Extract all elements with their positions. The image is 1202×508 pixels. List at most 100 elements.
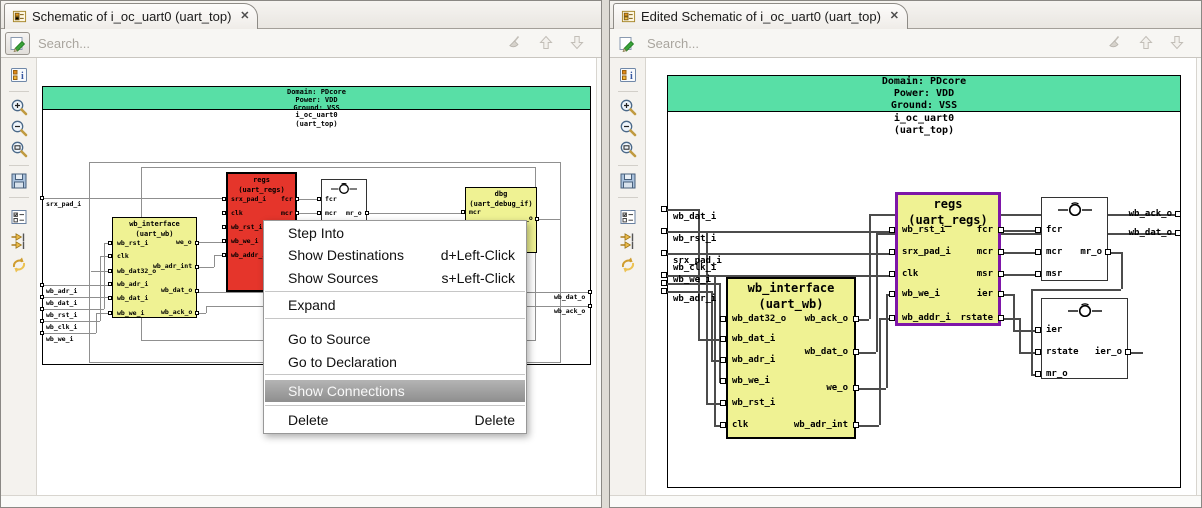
input-pin[interactable] <box>40 295 44 299</box>
zoom-out-icon[interactable] <box>10 119 28 137</box>
wire <box>869 214 871 319</box>
wire <box>1013 294 1015 330</box>
arrow-up-icon[interactable] <box>538 34 554 51</box>
tab-close-icon[interactable]: ✕ <box>240 9 249 22</box>
wire <box>1031 289 1033 374</box>
arrow-up-icon[interactable] <box>1138 34 1154 51</box>
arrow-down-icon[interactable] <box>569 34 585 51</box>
domain-label: Domain: PDcore <box>881 76 967 87</box>
properties-icon[interactable]: i <box>10 66 28 84</box>
left-tabbar: Schematic of i_oc_uart0 (uart_top) ✕ <box>1 1 601 29</box>
save-icon[interactable] <box>10 172 28 190</box>
input-pin[interactable] <box>661 272 667 278</box>
search-edit-button[interactable] <box>614 32 639 55</box>
wire <box>537 219 561 220</box>
input-pin[interactable] <box>661 228 667 234</box>
left-vertical-scrollbar[interactable] <box>596 58 601 495</box>
zoom-fit-icon[interactable] <box>10 140 28 158</box>
input-label: wb_adr_i <box>673 294 717 304</box>
left-horizontal-scrollbar[interactable] <box>1 495 601 507</box>
output-label: wb_ack_o <box>554 307 586 315</box>
menu-item-go-to-source[interactable]: Go to Source <box>265 328 525 350</box>
port-pin <box>195 311 199 315</box>
output-label: wb_dat_o <box>554 293 586 301</box>
arrow-down-icon[interactable] <box>1169 34 1185 51</box>
tab-close-icon[interactable]: ✕ <box>890 9 899 22</box>
pin-connections-icon[interactable] <box>10 232 28 250</box>
input-pin[interactable] <box>40 196 44 200</box>
menu-item-show-sources[interactable]: Show Sources s+Left-Click <box>265 267 525 289</box>
menu-item-expand[interactable]: Expand <box>265 294 525 316</box>
port-pin <box>195 265 199 269</box>
input-pin[interactable] <box>40 307 44 311</box>
tab-title: Schematic of i_oc_uart0 (uart_top) <box>32 9 232 24</box>
block-interrupt-logic[interactable] <box>1041 298 1128 379</box>
zoom-in-icon[interactable] <box>619 98 637 116</box>
menu-item-go-to-declaration[interactable]: Go to Declaration <box>265 351 525 373</box>
zoom-fit-icon[interactable] <box>619 140 637 158</box>
menu-separator <box>265 318 525 319</box>
wire <box>199 313 206 314</box>
zoom-in-icon[interactable] <box>10 98 28 116</box>
wire <box>299 213 319 214</box>
output-pin[interactable] <box>588 304 592 308</box>
port-pin <box>1035 227 1041 233</box>
menu-item-step-into[interactable]: Step Into <box>265 222 525 244</box>
tab-edited-schematic[interactable]: Edited Schematic of i_oc_uart0 (uart_top… <box>613 3 908 29</box>
search-input[interactable] <box>647 33 977 54</box>
input-label: wb_rst_i <box>673 234 717 244</box>
tab-schematic[interactable]: Schematic of i_oc_uart0 (uart_top) ✕ <box>4 3 259 29</box>
schematic-icon <box>12 10 27 23</box>
right-horizontal-scrollbar[interactable] <box>610 495 1201 507</box>
filter-options-icon[interactable] <box>619 208 637 226</box>
input-pin[interactable] <box>661 250 667 256</box>
menu-label: Go to Declaration <box>288 354 397 370</box>
input-pin[interactable] <box>661 206 667 212</box>
output-pin[interactable] <box>1175 230 1181 236</box>
save-icon[interactable] <box>619 172 637 190</box>
port-label: mcr <box>1046 247 1063 257</box>
port-pin <box>889 271 895 277</box>
menu-item-delete[interactable]: Delete Delete <box>265 409 525 431</box>
port-label: wb_ack_o <box>804 314 848 324</box>
port-pin <box>1105 249 1111 255</box>
properties-icon[interactable]: i <box>619 66 637 84</box>
port-label: rstate <box>960 313 993 323</box>
refresh-icon[interactable] <box>10 256 28 274</box>
filter-options-icon[interactable] <box>10 208 28 226</box>
port-label: wb_rst_i <box>231 223 263 231</box>
toolbar-separator <box>9 165 29 166</box>
input-pin[interactable] <box>40 283 44 287</box>
port-pin <box>535 217 539 221</box>
wire <box>719 283 721 381</box>
zoom-out-icon[interactable] <box>619 119 637 137</box>
port-label: wb_we_i <box>117 309 145 317</box>
port-pin <box>853 385 859 391</box>
menu-item-show-destinations[interactable]: Show Destinations d+Left-Click <box>265 244 525 266</box>
input-pin[interactable] <box>661 280 667 286</box>
menu-item-show-connections[interactable]: Show Connections <box>265 380 525 402</box>
block-regs-selected[interactable]: regs (uart_regs) <box>895 192 1001 326</box>
port-pin <box>365 211 369 215</box>
port-label: we_o <box>176 238 192 246</box>
svg-text:i: i <box>630 71 633 82</box>
instance-name: i_oc_uart0 <box>295 111 338 119</box>
block-subtitle: (uart_debug_if) <box>469 200 533 208</box>
port-label: clk <box>902 269 919 279</box>
input-pin[interactable] <box>40 331 44 335</box>
pin-connections-icon[interactable] <box>619 232 637 250</box>
port-pin <box>998 291 1004 297</box>
right-vertical-scrollbar[interactable] <box>1196 58 1201 495</box>
refresh-icon[interactable] <box>619 256 637 274</box>
search-input[interactable] <box>38 33 368 54</box>
input-label: wb_adr_i <box>46 287 78 295</box>
input-pin[interactable] <box>40 319 44 323</box>
clear-highlight-broom-icon[interactable] <box>1106 34 1123 51</box>
port-pin <box>108 296 112 300</box>
search-edit-button[interactable] <box>5 32 30 55</box>
output-pin[interactable] <box>1175 211 1181 217</box>
clear-highlight-broom-icon[interactable] <box>506 34 523 51</box>
input-pin[interactable] <box>661 288 667 294</box>
output-pin[interactable] <box>588 290 592 294</box>
port-label: wb_addr_i <box>231 251 267 259</box>
